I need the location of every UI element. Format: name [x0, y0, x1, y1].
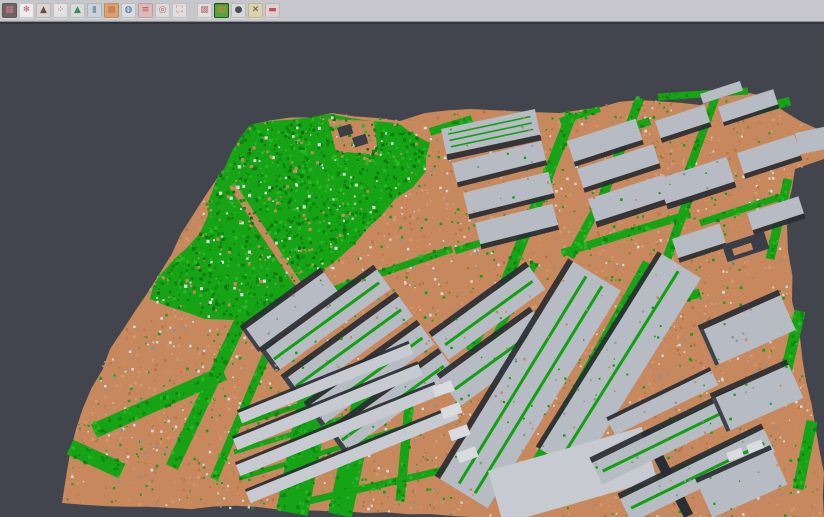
toolbar: ▦❄▲⁘▲▮■◍≡◎⛶▩▦●✕▬ — [0, 0, 824, 22]
globe-icon[interactable]: ◍ — [121, 3, 136, 18]
profile-icon[interactable]: ▮ — [87, 3, 102, 18]
points-icon[interactable]: ❄ — [19, 3, 34, 18]
pointcloud-scene — [0, 24, 824, 517]
target-icon[interactable]: ◎ — [155, 3, 170, 18]
ground-icon[interactable]: ■ — [104, 3, 119, 18]
sparse-points-icon[interactable]: ⁘ — [53, 3, 68, 18]
open-cloud-icon[interactable]: ▦ — [2, 3, 17, 18]
layers-icon[interactable]: ≡ — [138, 3, 153, 18]
extent-icon[interactable]: ⛶ — [172, 3, 187, 18]
grid-icon[interactable]: ▩ — [197, 3, 212, 18]
terrain-icon[interactable]: ▲ — [36, 3, 51, 18]
classification-icon[interactable]: ▦ — [214, 3, 229, 18]
3d-viewport[interactable] — [0, 22, 824, 517]
measure-icon[interactable]: ✕ — [248, 3, 263, 18]
viewer-window: ▦❄▲⁘▲▮■◍≡◎⛶▩▦●✕▬ — [0, 0, 824, 517]
sphere-icon[interactable]: ● — [231, 3, 246, 18]
flag-icon[interactable]: ▬ — [265, 3, 280, 18]
hill-icon[interactable]: ▲ — [70, 3, 85, 18]
